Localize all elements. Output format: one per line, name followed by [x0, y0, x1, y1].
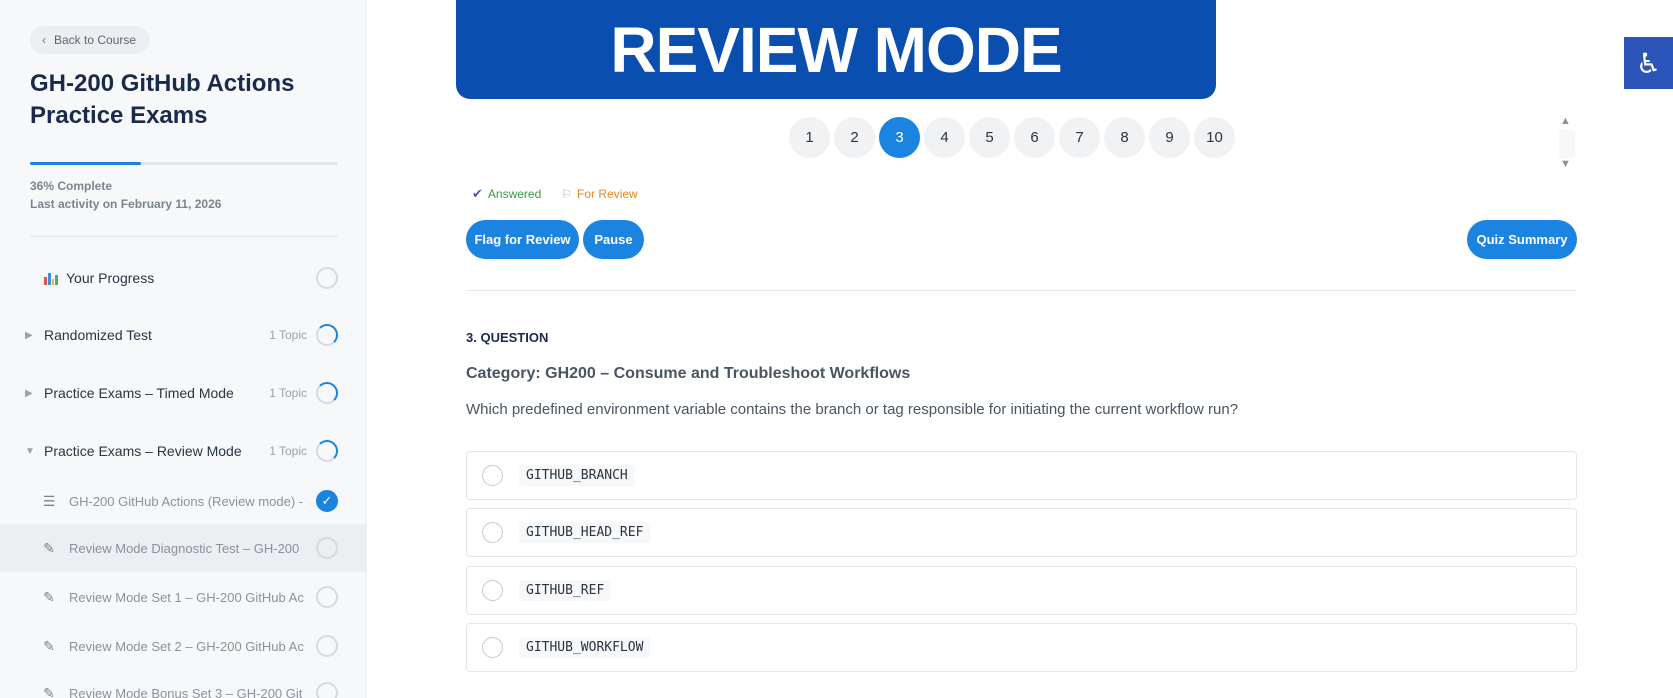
option-text: GITHUB_WORKFLOW — [519, 637, 651, 658]
sidebar-item-your-progress[interactable]: Your Progress — [0, 256, 366, 300]
legend-for-review: ⚐ For Review — [561, 186, 637, 202]
expand-triangle-icon: ▶ — [25, 387, 33, 399]
topic-count: 1 Topic — [269, 444, 307, 458]
option-text: GITHUB_REF — [519, 580, 612, 601]
lesson-label: Review Mode Diagnostic Test – GH-200 — [69, 540, 300, 556]
collapse-triangle-icon: ▼ — [25, 445, 35, 457]
page-number-button[interactable]: 1 — [789, 117, 830, 158]
question-number: 3. QUESTION — [466, 330, 549, 345]
section-progress-icon — [316, 440, 338, 462]
expand-triangle-icon: ▶ — [25, 329, 33, 341]
section-label: Randomized Test — [44, 327, 152, 343]
answer-option[interactable]: GITHUB_BRANCH — [466, 451, 1577, 500]
bar-chart-icon — [44, 271, 58, 285]
back-to-course-button[interactable]: ‹ Back to Course — [30, 26, 151, 54]
page-number-button[interactable]: 4 — [924, 117, 965, 158]
quiz-edit-icon: ✎ — [43, 684, 55, 698]
lesson-status-icon — [316, 682, 338, 698]
lesson-label: Review Mode Set 1 – GH-200 GitHub Ac — [69, 589, 304, 605]
accessibility-icon: ♿ — [1635, 47, 1662, 79]
lesson-item-active[interactable]: ✎ Review Mode Diagnostic Test – GH-200 — [0, 524, 366, 572]
scroll-up-arrow-icon[interactable]: ▲ — [1560, 115, 1571, 127]
page-number-button[interactable]: 8 — [1104, 117, 1145, 158]
last-activity: Last activity on February 11, 2026 — [30, 197, 222, 211]
question-text: Which predefined environment variable co… — [466, 401, 1239, 418]
lesson-status-icon — [316, 537, 338, 559]
your-progress-label: Your Progress — [66, 270, 155, 286]
quiz-summary-button[interactable]: Quiz Summary — [1467, 220, 1577, 259]
lesson-label: Review Mode Set 2 – GH-200 GitHub Ac — [69, 638, 304, 654]
topic-count: 1 Topic — [269, 386, 307, 400]
page-number-button[interactable]: 5 — [969, 117, 1010, 158]
answered-label: Answered — [487, 187, 542, 201]
sidebar-section-review-mode[interactable]: ▼ Practice Exams – Review Mode 1 Topic — [0, 429, 366, 473]
answer-option[interactable]: GITHUB_HEAD_REF — [466, 508, 1577, 557]
accessibility-toolbar-button[interactable]: ♿ — [1624, 37, 1673, 89]
question-pagination: 1 2 3 4 5 6 7 8 9 10 — [789, 117, 1235, 158]
lesson-item[interactable]: ✎ Review Mode Set 1 – GH-200 GitHub Ac — [0, 573, 366, 621]
sidebar-section-timed-mode[interactable]: ▶ Practice Exams – Timed Mode 1 Topic — [0, 371, 366, 415]
section-label: Practice Exams – Timed Mode — [44, 385, 234, 401]
page-number-button[interactable]: 2 — [834, 117, 875, 158]
sidebar-divider — [30, 236, 338, 237]
legend-answered: ✔ Answered — [472, 186, 541, 202]
section-divider — [466, 290, 1577, 291]
check-icon: ✔ — [472, 186, 483, 201]
quiz-edit-icon: ✎ — [43, 539, 55, 556]
review-mode-banner: REVIEW MODE — [456, 0, 1216, 99]
option-text: GITHUB_BRANCH — [519, 465, 635, 486]
status-legend: ✔ Answered ⚐ For Review — [472, 186, 638, 202]
option-text: GITHUB_HEAD_REF — [519, 522, 651, 543]
page-number-button[interactable]: 3 — [879, 117, 920, 158]
section-progress-icon — [316, 382, 338, 404]
course-progress-fill — [30, 162, 141, 165]
radio-button[interactable] — [482, 522, 503, 543]
answer-option[interactable]: GITHUB_WORKFLOW — [466, 623, 1577, 672]
lesson-label: Review Mode Bonus Set 3 – GH-200 Git — [69, 685, 303, 698]
lesson-item[interactable]: ✎ Review Mode Set 2 – GH-200 GitHub Ac — [0, 622, 366, 670]
back-to-course-label: Back to Course — [54, 33, 137, 47]
banner-text: REVIEW MODE — [610, 13, 1062, 86]
lesson-item[interactable]: ✎ Review Mode Bonus Set 3 – GH-200 Git — [0, 669, 366, 698]
lesson-item[interactable]: ☰ GH-200 GitHub Actions (Review mode) - … — [0, 477, 366, 525]
page-number-button[interactable]: 10 — [1194, 117, 1235, 158]
scroll-down-arrow-icon[interactable]: ▼ — [1560, 158, 1571, 170]
radio-button[interactable] — [482, 580, 503, 601]
course-sidebar: ‹ Back to Course GH-200 GitHub Actions P… — [0, 0, 367, 698]
lesson-label: GH-200 GitHub Actions (Review mode) - — [69, 493, 304, 509]
progress-percent: 36% Complete — [30, 179, 113, 193]
page-number-button[interactable]: 6 — [1014, 117, 1055, 158]
page-number-button[interactable]: 7 — [1059, 117, 1100, 158]
lesson-status-icon — [316, 635, 338, 657]
flag-for-review-button[interactable]: Flag for Review — [466, 220, 579, 259]
flag-icon: ⚐ — [561, 187, 573, 201]
question-category: Category: GH200 – Consume and Troublesho… — [466, 365, 911, 382]
sidebar-section-randomized-test[interactable]: ▶ Randomized Test 1 Topic — [0, 313, 366, 357]
quiz-edit-icon: ✎ — [43, 637, 55, 654]
chevron-left-icon: ‹ — [42, 33, 46, 47]
pagination-scrollbar[interactable] — [1559, 130, 1575, 158]
topic-count: 1 Topic — [269, 328, 307, 342]
section-label: Practice Exams – Review Mode — [44, 443, 242, 459]
quiz-edit-icon: ✎ — [43, 588, 55, 605]
course-progress-bar — [30, 162, 338, 165]
pause-button[interactable]: Pause — [583, 220, 644, 259]
section-progress-icon — [316, 324, 338, 346]
lesson-status-icon — [316, 586, 338, 608]
radio-button[interactable] — [482, 637, 503, 658]
lesson-list-icon: ☰ — [42, 492, 56, 509]
page-number-button[interactable]: 9 — [1149, 117, 1190, 158]
answer-option[interactable]: GITHUB_REF — [466, 566, 1577, 615]
completed-check-icon: ✓ — [316, 490, 338, 512]
radio-button[interactable] — [482, 465, 503, 486]
for-review-label: For Review — [577, 187, 638, 201]
course-title: GH-200 GitHub Actions Practice Exams — [30, 70, 295, 129]
progress-status-icon — [316, 267, 338, 289]
